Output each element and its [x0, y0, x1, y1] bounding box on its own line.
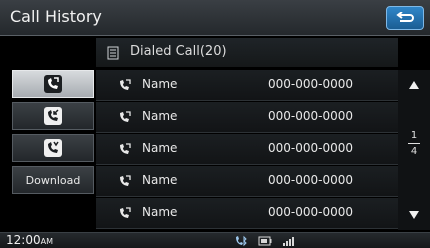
scroll-up-button[interactable]: [400, 70, 428, 100]
triangle-up-icon: [409, 81, 419, 89]
call-list: Name 000-000-0000 Name 000-000-0000 Name…: [96, 70, 398, 230]
bluetooth-phone-icon: [236, 235, 247, 247]
contact-name: Name: [142, 141, 178, 155]
list-item[interactable]: Name 000-000-0000: [96, 102, 398, 133]
missed-call-icon: [44, 139, 62, 157]
phone-number: 000-000-0000: [268, 77, 354, 91]
page-title: Call History: [10, 7, 102, 26]
dialed-call-icon: [120, 175, 131, 186]
dialed-calls-button[interactable]: [12, 70, 94, 98]
list-item[interactable]: Name 000-000-0000: [96, 70, 398, 101]
phone-number: 000-000-0000: [268, 141, 354, 155]
header-bar: Call History: [0, 0, 430, 36]
contact-name: Name: [142, 173, 178, 187]
scroll-down-button[interactable]: [400, 200, 428, 230]
list-item[interactable]: Name 000-000-0000: [96, 134, 398, 165]
received-call-icon: [44, 107, 62, 125]
download-label: Download: [25, 173, 81, 187]
call-history-screen: Call History Dialed Call(20) Download Na…: [0, 0, 430, 248]
back-arrow-icon: [396, 12, 414, 22]
missed-calls-button[interactable]: [12, 134, 94, 162]
contact-name: Name: [142, 109, 178, 123]
clock-time: 12:00: [6, 233, 41, 247]
list-item[interactable]: Name 000-000-0000: [96, 166, 398, 197]
received-calls-button[interactable]: [12, 102, 94, 130]
dialed-call-icon: [44, 75, 62, 93]
page-divider: [408, 143, 420, 144]
total-pages: 4: [410, 146, 418, 157]
phone-number: 000-000-0000: [268, 173, 354, 187]
dialed-call-icon: [120, 79, 131, 90]
signal-strength-icon: [283, 237, 294, 246]
category-menu: Download: [0, 70, 96, 198]
current-page: 1: [410, 130, 418, 141]
phone-number: 000-000-0000: [268, 205, 354, 219]
scrollbar: 1 4: [398, 70, 430, 230]
dialed-call-icon: [120, 111, 131, 122]
status-bar: 12:00AM: [0, 232, 430, 248]
dialed-call-icon: [120, 143, 131, 154]
phone-number: 000-000-0000: [268, 109, 354, 123]
clock: 12:00AM: [6, 233, 53, 247]
page-indicator: 1 4: [400, 130, 428, 157]
list-item[interactable]: Name 000-000-0000: [96, 198, 398, 229]
list-header-label: Dialed Call(20): [130, 44, 227, 59]
contact-name: Name: [142, 205, 178, 219]
list-header: Dialed Call(20): [96, 38, 398, 67]
triangle-down-icon: [409, 211, 419, 219]
download-button[interactable]: Download: [12, 166, 94, 194]
status-icons: [234, 235, 296, 247]
back-button[interactable]: [386, 6, 424, 30]
battery-icon: [258, 236, 272, 246]
clock-ampm: AM: [40, 237, 53, 246]
contact-name: Name: [142, 77, 178, 91]
dialed-call-icon: [120, 207, 131, 218]
document-icon: [107, 46, 119, 60]
